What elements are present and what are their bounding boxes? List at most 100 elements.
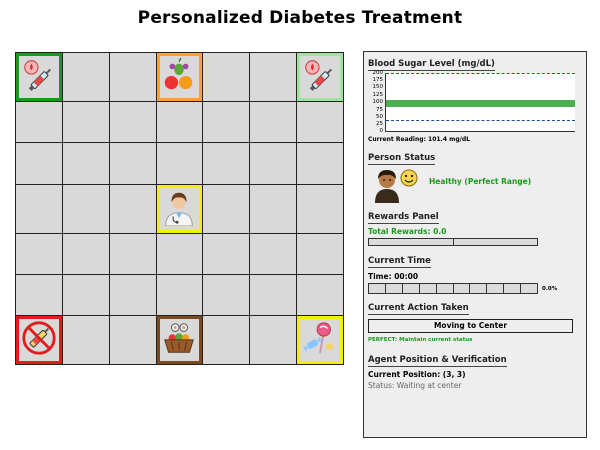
tick-label: 75 bbox=[376, 107, 383, 113]
time-label: Time: 00:00 bbox=[368, 272, 419, 281]
grid-cell bbox=[297, 53, 343, 101]
grid-cell bbox=[203, 53, 250, 101]
grid-cell bbox=[203, 184, 250, 233]
grid-cell bbox=[16, 102, 62, 143]
time-progress-segment bbox=[386, 284, 403, 293]
grid-cell bbox=[109, 53, 156, 101]
action-text: Moving to Center bbox=[433, 321, 508, 330]
tick-label: 125 bbox=[372, 92, 384, 98]
current-time-heading: Current Time bbox=[368, 256, 431, 268]
tick-label: 200 bbox=[372, 70, 384, 76]
game-grid bbox=[15, 52, 344, 365]
grid-cell bbox=[250, 143, 297, 184]
lower-limit-line bbox=[386, 120, 575, 121]
agent-status: Status: Waiting at center bbox=[368, 381, 462, 390]
grid-cell bbox=[16, 274, 62, 315]
rewards-bar-midline bbox=[453, 239, 454, 245]
grid-cell bbox=[16, 184, 62, 233]
grid-cell bbox=[109, 143, 156, 184]
agent-heading: Agent Position & Verification bbox=[368, 355, 507, 367]
time-progress-segment bbox=[454, 284, 471, 293]
grid-cell bbox=[16, 316, 62, 364]
grid-cell bbox=[203, 143, 250, 184]
grid-cell bbox=[62, 184, 109, 233]
blood-sugar-chart: 200 175 150 125 100 75 50 25 0 bbox=[368, 70, 578, 134]
rewards-bar bbox=[368, 238, 538, 246]
grid-cell bbox=[109, 184, 156, 233]
blood-sugar-plot bbox=[385, 73, 575, 132]
grid-cell bbox=[62, 143, 109, 184]
grid-cell bbox=[156, 53, 203, 101]
blood-sugar-ticks: 200 175 150 125 100 75 50 25 0 bbox=[368, 70, 384, 134]
tick-label: 25 bbox=[376, 121, 383, 127]
tick-label: 150 bbox=[372, 84, 384, 90]
time-progress-segment bbox=[521, 284, 537, 293]
grid-cell bbox=[62, 274, 109, 315]
time-progress-bar bbox=[368, 283, 538, 294]
time-progress-segment bbox=[420, 284, 437, 293]
insulin-syringe-icon bbox=[301, 56, 339, 98]
agent-position: Current Position: (3, 3) bbox=[368, 370, 466, 379]
grid-cell bbox=[297, 274, 343, 315]
page-title: Personalized Diabetes Treatment bbox=[137, 8, 463, 28]
grid-cell bbox=[16, 233, 62, 274]
info-panel: Blood Sugar Level (mg/dL) 200 175 150 12… bbox=[363, 51, 587, 438]
tick-label: 175 bbox=[372, 77, 384, 83]
grid-cell bbox=[62, 53, 109, 101]
grid-cell bbox=[297, 233, 343, 274]
action-box: Moving to Center bbox=[368, 319, 573, 333]
grid-cell bbox=[156, 143, 203, 184]
person-status-heading: Person Status bbox=[368, 153, 436, 165]
time-progress-segment bbox=[504, 284, 522, 293]
grid-cell bbox=[109, 316, 156, 364]
no-insulin-icon bbox=[20, 319, 58, 361]
current-action-heading: Current Action Taken bbox=[368, 303, 469, 315]
current-reading: Current Reading: 101.4 mg/dL bbox=[368, 136, 470, 143]
blood-sugar-heading: Blood Sugar Level (mg/dL) bbox=[368, 59, 495, 71]
grid-cell bbox=[250, 184, 297, 233]
action-feedback: PERFECT: Maintain current status bbox=[368, 337, 473, 343]
grid-cell bbox=[16, 53, 62, 101]
grid-cell bbox=[250, 274, 297, 315]
grid-cell bbox=[297, 143, 343, 184]
time-progress-segment bbox=[487, 284, 505, 293]
grid-cell bbox=[250, 53, 297, 101]
grid-cell bbox=[62, 316, 109, 364]
time-progress-segment bbox=[470, 284, 488, 293]
grid-cell bbox=[250, 233, 297, 274]
fruit-basket-icon bbox=[160, 56, 198, 98]
grid-cell bbox=[250, 102, 297, 143]
upper-limit-line bbox=[386, 73, 575, 74]
tick-label: 0 bbox=[379, 128, 384, 134]
person-avatar bbox=[372, 167, 402, 203]
grid-cell bbox=[203, 233, 250, 274]
food-basket-icon bbox=[160, 319, 198, 361]
grid-cell bbox=[203, 274, 250, 315]
insulin-syringe-icon bbox=[20, 56, 58, 98]
time-progress-label: 0.0% bbox=[542, 286, 558, 292]
time-progress-segment bbox=[403, 284, 420, 293]
grid-cell bbox=[297, 316, 343, 364]
grid-cell bbox=[16, 143, 62, 184]
grid-cell bbox=[109, 102, 156, 143]
time-progress-segment bbox=[369, 284, 386, 293]
total-rewards: Total Rewards: 0.0 bbox=[368, 227, 447, 236]
doctor-agent-icon bbox=[160, 188, 198, 230]
tick-label: 100 bbox=[372, 99, 384, 105]
rewards-heading: Rewards Panel bbox=[368, 212, 439, 224]
grid-cell bbox=[250, 316, 297, 364]
grid-cell bbox=[297, 102, 343, 143]
grid-cell bbox=[156, 233, 203, 274]
health-status-text: Healthy (Perfect Range) bbox=[429, 177, 532, 186]
grid-cell bbox=[109, 274, 156, 315]
grid-cell bbox=[297, 184, 343, 233]
grid-cell bbox=[109, 233, 156, 274]
healthy-range-band bbox=[386, 100, 575, 107]
happy-face-icon bbox=[400, 169, 418, 187]
grid-cell bbox=[156, 274, 203, 315]
time-progress-segment bbox=[437, 284, 454, 293]
grid-cell bbox=[62, 102, 109, 143]
tick-label: 50 bbox=[376, 114, 383, 120]
grid-cell bbox=[203, 316, 250, 364]
grid-cell bbox=[156, 102, 203, 143]
